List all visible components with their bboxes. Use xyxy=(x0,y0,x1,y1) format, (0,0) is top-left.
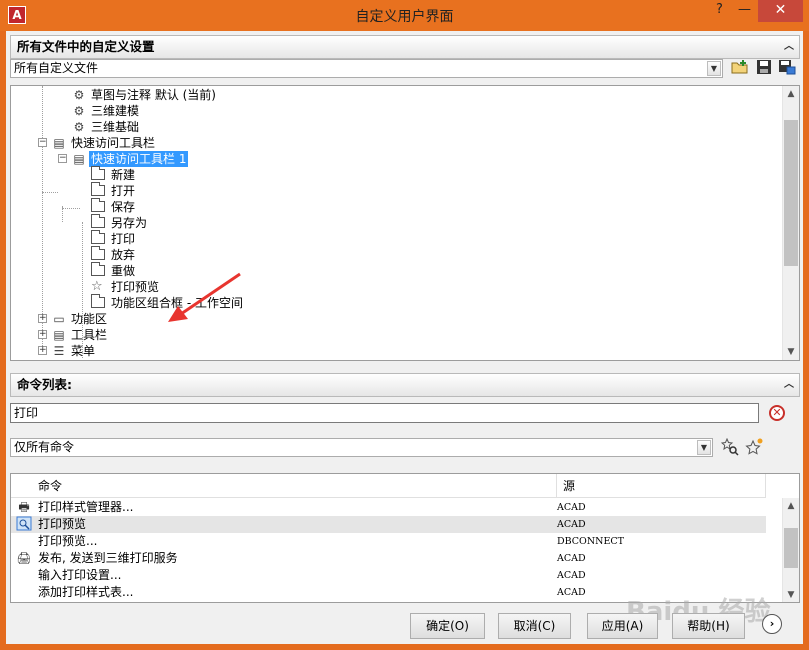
tree-item-new[interactable]: 新建 xyxy=(91,166,137,182)
find-command-icon[interactable] xyxy=(720,437,739,456)
tree-item-toolbars[interactable]: ▤ 工具栏 xyxy=(51,326,109,342)
command-icon xyxy=(91,182,105,196)
window-title: 自定义用户界面 xyxy=(355,9,454,25)
command-table[interactable]: 命令 源 🖶 打印样式管理器... ACAD 打印预览 ACAD 打印预览...… xyxy=(10,473,800,603)
gear-icon: ⚙ xyxy=(73,103,85,118)
clear-search-icon[interactable]: ✕ xyxy=(769,405,785,421)
tree-item-ribbon[interactable]: ▭ 功能区 xyxy=(51,310,109,326)
help-button[interactable]: 帮助(H) xyxy=(672,613,745,639)
column-header-source[interactable]: 源 xyxy=(557,474,766,498)
command-list-header[interactable]: 命令列表: ︿ xyxy=(10,373,800,397)
preview-icon xyxy=(15,516,33,533)
tree-item-save-as[interactable]: 另存为 xyxy=(91,214,149,230)
minimize-button[interactable]: — xyxy=(731,0,758,22)
customizations-panel-title: 所有文件中的自定义设置 xyxy=(17,39,155,54)
table-row[interactable]: 🖨 发布, 发送到三维打印服务 ACAD xyxy=(11,550,766,567)
tree-item-save[interactable]: 保存 xyxy=(91,198,137,214)
scroll-up-icon[interactable]: ▲ xyxy=(783,86,799,102)
tree-item-quick-access-toolbars[interactable]: ▤ 快速访问工具栏 xyxy=(51,134,157,150)
command-icon xyxy=(91,166,105,180)
star-icon: ☆ xyxy=(91,278,103,294)
toolbar-icon: ▤ xyxy=(53,135,65,150)
gear-icon: ⚙ xyxy=(73,119,85,134)
tree-item-menus[interactable]: ☰ 菜单 xyxy=(51,342,97,358)
chevron-down-icon[interactable]: ▼ xyxy=(697,440,711,455)
tree-item-plot-preview[interactable]: ☆ 打印预览 xyxy=(91,278,161,294)
tree-item-quick-access-toolbar-1[interactable]: ▤ 快速访问工具栏 1 xyxy=(71,150,189,167)
command-filter-select[interactable]: 仅所有命令 ▼ xyxy=(10,438,713,457)
more-options-icon[interactable]: › xyxy=(762,614,782,634)
tree-item-workspace-drafting[interactable]: ⚙ 草图与注释 默认 (当前) xyxy=(71,86,218,102)
table-row[interactable]: 添加打印样式表... ACAD xyxy=(11,584,766,601)
table-row[interactable]: 🖶 打印样式管理器... ACAD xyxy=(11,499,766,516)
customization-file-select[interactable]: 所有自定义文件 ▼ xyxy=(10,59,723,78)
new-command-icon[interactable] xyxy=(745,438,763,456)
apply-button[interactable]: 应用(A) xyxy=(587,613,658,639)
customizations-panel-header[interactable]: 所有文件中的自定义设置 ︿ xyxy=(10,35,800,59)
tree-item-undo[interactable]: 放弃 xyxy=(91,246,137,262)
chevron-down-icon[interactable]: ▼ xyxy=(707,61,721,76)
command-icon xyxy=(91,214,105,228)
command-filter-value: 仅所有命令 xyxy=(14,440,75,454)
table-row[interactable]: 输入打印设置... ACAD xyxy=(11,567,766,584)
collapse-icon[interactable]: ︿ xyxy=(781,39,797,55)
scroll-up-icon[interactable]: ▲ xyxy=(783,498,799,514)
collapse-toggle[interactable]: − xyxy=(38,138,47,147)
column-header-command[interactable]: 命令 xyxy=(11,474,557,498)
save-as-icon[interactable] xyxy=(778,59,796,77)
table-row[interactable]: 打印预览... DBCONNECT xyxy=(11,533,766,550)
ok-button[interactable]: 确定(O) xyxy=(410,613,485,639)
command-list-title: 命令列表: xyxy=(17,377,72,392)
command-icon xyxy=(91,230,105,244)
tree-item-redo[interactable]: 重做 xyxy=(91,262,137,278)
command-icon xyxy=(91,262,105,276)
command-search-value: 打印 xyxy=(14,406,39,420)
tree-item-plot[interactable]: 打印 xyxy=(91,230,137,246)
customization-file-value: 所有自定义文件 xyxy=(14,61,99,75)
close-button[interactable]: ✕ xyxy=(758,0,803,22)
command-icon xyxy=(91,198,105,212)
command-icon xyxy=(91,294,105,308)
collapse-icon[interactable]: ︿ xyxy=(781,377,797,393)
tree-item-open[interactable]: 打开 xyxy=(91,182,137,198)
scroll-thumb[interactable] xyxy=(784,528,798,568)
ribbon-icon: ▭ xyxy=(53,311,65,326)
scroll-down-icon[interactable]: ▼ xyxy=(783,344,799,360)
toolbar-icon: ▤ xyxy=(73,151,85,166)
expand-toggle[interactable]: + xyxy=(38,330,47,339)
customization-tree[interactable]: ⚙ 草图与注释 默认 (当前) ⚙ 三维建模 ⚙ 三维基础 − ▤ 快速访问工具栏 − … xyxy=(10,85,800,361)
open-file-icon[interactable] xyxy=(731,59,749,77)
expand-toggle[interactable]: + xyxy=(38,346,47,355)
annotation-arrow-icon xyxy=(168,272,241,322)
printer-3d-icon: 🖨 xyxy=(16,551,32,565)
scroll-down-icon[interactable]: ▼ xyxy=(783,587,799,602)
scroll-thumb[interactable] xyxy=(784,120,798,266)
command-search-input[interactable]: 打印 xyxy=(10,403,759,423)
toolbar-icon: ▤ xyxy=(53,327,65,342)
command-table-scrollbar[interactable]: ▲ ▼ xyxy=(782,498,799,602)
table-row[interactable]: 打印预览 ACAD xyxy=(11,516,766,533)
menu-icon: ☰ xyxy=(53,343,65,358)
tree-item-workspace-3d-modeling[interactable]: ⚙ 三维建模 xyxy=(71,102,141,118)
expand-toggle[interactable]: + xyxy=(38,314,47,323)
command-icon xyxy=(91,246,105,260)
collapse-toggle[interactable]: − xyxy=(58,154,67,163)
gear-icon: ⚙ xyxy=(73,87,85,102)
cancel-button[interactable]: 取消(C) xyxy=(498,613,571,639)
help-window-button[interactable]: ? xyxy=(706,0,733,22)
dialog-body: 所有文件中的自定义设置 ︿ 所有自定义文件 ▼ ⚙ 草图与注释 默认 (当前) ⚙… xyxy=(6,31,803,644)
printer-icon: 🖶 xyxy=(18,500,30,514)
tree-item-workspace-3d-basics[interactable]: ⚙ 三维基础 xyxy=(71,118,141,134)
save-icon[interactable] xyxy=(755,59,773,77)
title-bar: A 自定义用户界面 ? — ✕ xyxy=(0,0,809,31)
tree-scrollbar[interactable]: ▲ ▼ xyxy=(782,86,799,360)
